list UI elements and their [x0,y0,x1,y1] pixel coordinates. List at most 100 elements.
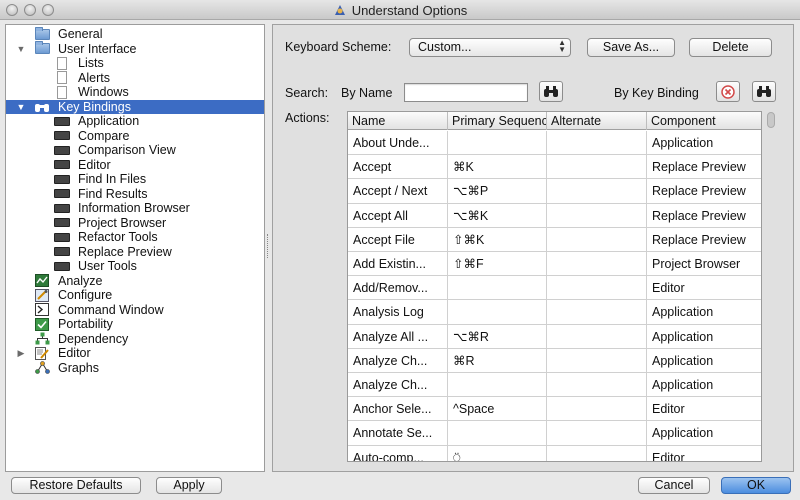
sidebar-item-label: Dependency [58,331,129,346]
delete-scheme-button[interactable]: Delete [689,38,772,57]
sidebar-item-label: Graphs [58,360,99,375]
primary-sequence-cell: ⌥⌘R [448,324,547,349]
disclosure-open-icon[interactable]: ▼ [16,42,26,57]
primary-sequence-cell: ⌘K [448,155,547,180]
disclosure-open-icon[interactable]: ▼ [16,100,26,115]
table-row[interactable]: Analysis Log Application [348,300,761,325]
sidebar-item-label: Find Results [78,186,148,201]
column-header-name[interactable]: Name [348,112,448,130]
sidebar-item-refactor-tools[interactable]: Refactor Tools [6,230,264,245]
restore-defaults-button[interactable]: Restore Defaults [11,477,141,494]
sidebar-item-find-results[interactable]: Find Results [6,187,264,202]
action-name-cell: About Unde... [348,131,448,155]
sidebar-item-label: Find In Files [78,172,147,186]
action-name-cell: Analyze All ... [348,324,448,349]
primary-sequence-cell [448,373,547,397]
sidebar-item-dependency[interactable]: Dependency [6,332,264,347]
search-by-name-input[interactable] [404,83,528,102]
table-row[interactable]: Auto-comp... ⍥ Editor [348,445,761,461]
sidebar-item-label: User Interface [58,41,137,56]
sidebar-item-label: Refactor Tools [78,230,158,244]
sidebar-item-graphs[interactable]: Graphs [6,361,264,376]
configure-icon [34,288,50,302]
sidebar-item-label: Information Browser [78,201,190,215]
table-row[interactable]: Analyze All ... ⌥⌘R Application [348,324,761,349]
action-name-cell: Analyze Ch... [348,373,448,397]
table-row[interactable]: About Unde... Application [348,131,761,156]
ok-button[interactable]: OK [721,477,791,494]
clear-key-binding-button[interactable] [716,81,740,102]
sidebar-item-replace-preview[interactable]: Replace Preview [6,245,264,260]
keyboard-icon [54,201,70,215]
sidebar-item-editor[interactable]: ▶ Editor [6,346,264,361]
table-row[interactable]: Analyze Ch... Application [348,373,761,398]
binoculars-icon [544,85,558,97]
column-header-alternate[interactable]: Alternate [547,112,647,130]
keyboard-scheme-select[interactable]: Custom... ▲ ▼ [409,38,571,57]
table-row[interactable]: Accept ⌘K Replace Preview [348,155,761,180]
scrollbar-thumb[interactable] [767,112,775,128]
table-row[interactable]: Add/Remov... Editor [348,276,761,301]
page-icon [54,85,70,99]
sidebar-item-alerts[interactable]: Alerts [6,71,264,86]
action-name-cell: Accept / Next [348,179,448,204]
sidebar-item-comparison-view[interactable]: Comparison View [6,143,264,158]
save-as-button[interactable]: Save As... [587,38,675,57]
sidebar-item-application[interactable]: Application [6,114,264,129]
actions-table: Name Primary Sequence Alternate Componen… [347,111,762,462]
sidebar-item-editor[interactable]: Editor [6,158,264,173]
primary-sequence-cell [448,300,547,325]
table-row[interactable]: Annotate Se... Application [348,421,761,446]
sidebar-item-label: Editor [58,346,91,360]
search-label: Search: [285,86,329,100]
sidebar-item-label: User Tools [78,259,137,273]
apply-button[interactable]: Apply [156,477,222,494]
by-name-label: By Name [341,86,393,100]
primary-sequence-cell: ⌘R [448,348,547,373]
keyboard-icon [54,187,70,201]
sidebar-item-label: Lists [78,56,104,70]
keyboard-icon [54,230,70,244]
table-row[interactable]: Anchor Sele... ^Space Editor [348,397,761,422]
column-header-component[interactable]: Component [647,112,761,130]
sidebar-item-general[interactable]: General [6,26,264,42]
alternate-cell [547,131,647,155]
clear-icon [721,84,735,99]
sidebar-item-label: Configure [58,288,113,302]
sidebar-item-windows[interactable]: Windows [6,85,264,100]
sidebar-item-user-tools[interactable]: User Tools [6,259,264,274]
sidebar-item-user-interface[interactable]: ▼ User Interface [6,41,264,57]
sidebar-item-label: Key Bindings [58,99,131,114]
keyboard-icon [54,245,70,259]
splitter-handle[interactable] [265,24,271,472]
sidebar-item-label: Replace Preview [78,244,172,259]
column-header-primary-sequence[interactable]: Primary Sequence [448,112,547,130]
table-row[interactable]: Accept File ⇧⌘K Replace Preview [348,227,761,252]
primary-sequence-cell: ⇧⌘F [448,252,547,276]
keyboard-scheme-value: Custom... [418,40,472,54]
keyboard-icon [54,129,70,143]
cancel-button[interactable]: Cancel [638,477,710,494]
sidebar-item-compare[interactable]: Compare [6,129,264,144]
sidebar-item-key-bindings[interactable]: ▼ Key Bindings [6,99,264,115]
graphs-icon [34,361,50,375]
sidebar-item-find-in-files[interactable]: Find In Files [6,172,264,187]
sidebar-item-analyze[interactable]: Analyze [6,274,264,289]
table-row[interactable]: Accept / Next ⌥⌘P Replace Preview [348,179,761,204]
sidebar-item-lists[interactable]: Lists [6,56,264,71]
alternate-cell [547,397,647,422]
sidebar-item-information-browser[interactable]: Information Browser [6,201,264,216]
table-row[interactable]: Add Existin... ⇧⌘F Project Browser [348,252,761,277]
sidebar-item-command-window[interactable]: Command Window [6,303,264,318]
options-category-tree[interactable]: General ▼ User Interface Lists Alerts Windows… [5,24,265,472]
table-row[interactable]: Analyze Ch... ⌘R Application [348,348,761,373]
table-row[interactable]: Accept All ⌥⌘K Replace Preview [348,203,761,228]
table-scrollbar[interactable] [766,111,776,462]
component-cell: Application [652,136,714,150]
search-by-key-binding-button[interactable] [752,81,776,102]
sidebar-item-project-browser[interactable]: Project Browser [6,216,264,231]
sidebar-item-configure[interactable]: Configure [6,288,264,303]
disclosure-closed-icon[interactable]: ▶ [16,346,26,361]
search-by-name-button[interactable] [539,81,563,102]
sidebar-item-portability[interactable]: Portability [6,317,264,332]
